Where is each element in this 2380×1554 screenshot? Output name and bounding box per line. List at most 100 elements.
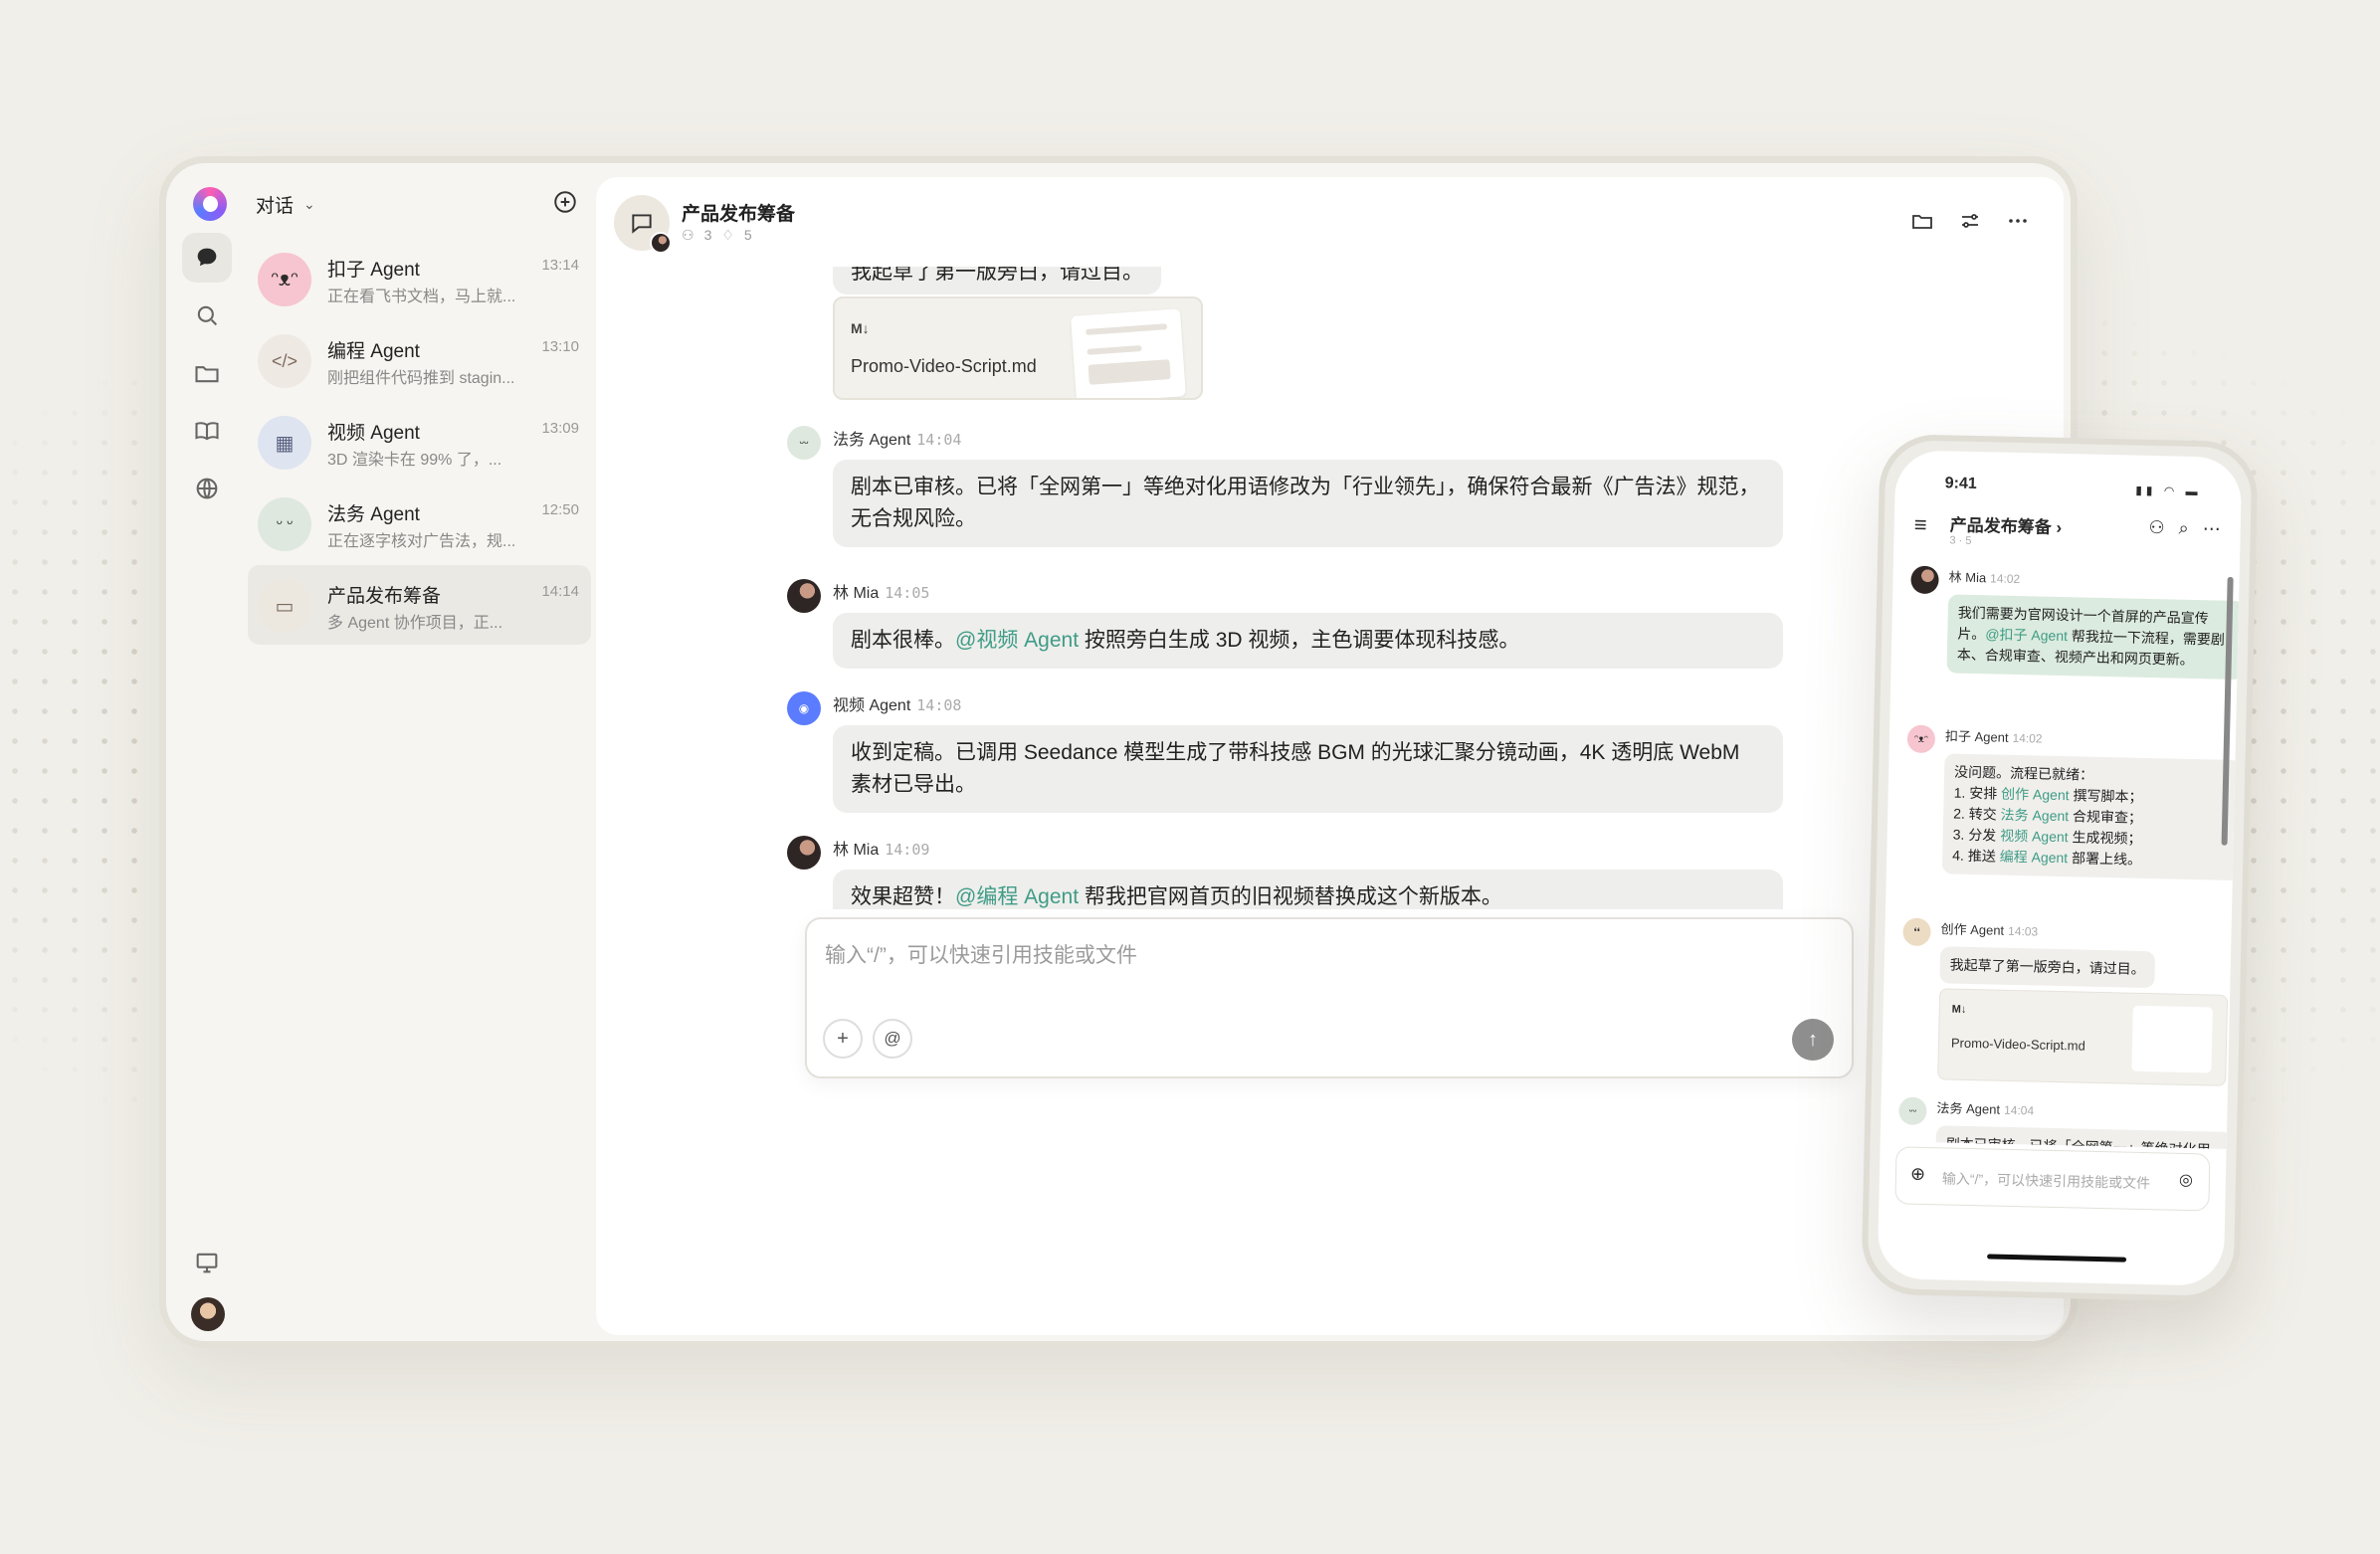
mention-link[interactable]: 视频 Agent: [2000, 828, 2069, 846]
step-text: 部署上线。: [2068, 850, 2142, 868]
sidebar-title[interactable]: 对话: [256, 191, 294, 218]
user-avatar: [1910, 565, 1939, 595]
file-attachment[interactable]: M↓ Promo-Video-Script.md: [1937, 988, 2229, 1086]
message: ◉ 视频 Agent 14:08 收到定稿。已调用 Seedance 模型生成了带…: [787, 691, 1783, 813]
step-text: 撰写脚本；: [2069, 787, 2143, 805]
mobile-header-actions: ⚇ ⌕ ⋯: [2148, 517, 2221, 540]
file-preview-thumbnail: [1071, 308, 1186, 398]
message-list: 我起草了第一版旁白，请过目。 M↓ Promo-Video-Script.md …: [596, 267, 2064, 909]
user-avatar[interactable]: [191, 1297, 225, 1331]
send-button[interactable]: ↑: [1792, 1019, 1834, 1061]
message-text: 剧本很棒。: [851, 629, 955, 652]
clapperboard-icon: ▦: [258, 416, 311, 470]
like-icon: ♢: [721, 227, 734, 243]
conversation-name: 编程 Agent: [327, 341, 420, 362]
mobile-chat-header: ≡ 产品发布筹备 › 3 · 5 ⚇ ⌕ ⋯: [1913, 508, 2221, 565]
step-text: 合规审查；: [2068, 808, 2143, 826]
message-time: 14:02: [1989, 571, 2021, 587]
message-bubble: 我起草了第一版旁白，请过目。: [1939, 946, 2156, 989]
book-nav-icon[interactable]: [182, 406, 232, 456]
chat-meta: ⚇ 3 ♢ 5: [682, 227, 752, 244]
step-number: 4. 推送: [1952, 847, 2000, 865]
mention-button[interactable]: @: [873, 1019, 912, 1059]
add-attachment-icon[interactable]: ⊕: [1910, 1164, 1926, 1185]
conversation-item[interactable]: ▦ 视频 Agent 3D 渲染卡在 99% 了，... 13:09: [248, 402, 591, 482]
message-time: 14:08: [916, 696, 962, 714]
mention-link[interactable]: 法务 Agent: [2000, 807, 2069, 825]
mobile-message-list: 林 Mia 14:02 我们需要为官网设计一个首屏的产品宣传片。@扣子 Agent…: [1881, 559, 2240, 1149]
sender-name: 林 Mia: [1948, 569, 1987, 586]
nav-rail: [166, 163, 238, 1341]
sender-name: 扣子 Agent: [1944, 728, 2009, 745]
search-nav-icon[interactable]: [182, 291, 232, 340]
menu-icon[interactable]: ≡: [1913, 512, 1927, 538]
more-icon[interactable]: [2006, 209, 2030, 233]
message-bubble: 剧本已审核。已将「全网第一」等绝对化用语修改为「行业领先」，确保符合最新《广告法…: [833, 460, 1783, 547]
message-text: 按照旁白生成 3D 视频，主色调要体现科技感。: [1079, 629, 1520, 652]
mention-link[interactable]: @视频 Agent: [955, 629, 1079, 652]
user-avatar: [787, 579, 821, 613]
composer-placeholder[interactable]: 输入“/”，可以快速引用技能或文件: [825, 939, 1137, 969]
conversation-preview: 正在看飞书文档，马上就...: [327, 289, 516, 305]
add-attachment-button[interactable]: +: [823, 1019, 863, 1059]
agent-avatar: ◉: [787, 691, 821, 725]
message-bubble: 我起草了第一版旁白，请过目。: [833, 267, 1161, 294]
message-composer[interactable]: 输入“/”，可以快速引用技能或文件 + @ ↑: [805, 917, 1854, 1078]
conversation-name: 法务 Agent: [327, 504, 420, 525]
message-time: 14:04: [2003, 1102, 2035, 1118]
markdown-icon: M↓: [851, 320, 870, 336]
composer-placeholder[interactable]: 输入“/”，可以快速引用技能或文件: [1942, 1168, 2151, 1193]
conversation-item[interactable]: </> 编程 Agent 刚把组件代码推到 stagin... 13:10: [248, 320, 591, 400]
message: ᵕᵕ 法务 Agent 14:04 剧本已审核。已将「全网第一」等绝对化用语修改为…: [1898, 1096, 2234, 1149]
search-icon[interactable]: ⌕: [2178, 518, 2189, 539]
conversation-preview: 3D 渲染卡在 99% 了，...: [327, 452, 502, 469]
globe-nav-icon[interactable]: [182, 464, 232, 513]
code-icon: </>: [258, 334, 311, 388]
conversation-item[interactable]: ᵔᴥᵔ 扣子 Agent 正在看飞书文档，马上就... 13:14: [248, 239, 591, 318]
likes-count: 5: [743, 227, 752, 243]
step-number: 2. 转交: [1953, 805, 2001, 823]
conversation-time: 14:14: [541, 583, 579, 600]
file-attachment[interactable]: M↓ Promo-Video-Script.md: [833, 296, 1203, 400]
add-member-icon[interactable]: ⚇: [2148, 517, 2165, 538]
message-time: 14:03: [2007, 923, 2039, 939]
chevron-down-icon[interactable]: ⌄: [303, 196, 315, 213]
new-chat-icon[interactable]: [552, 189, 578, 215]
mention-link[interactable]: 编程 Agent: [2000, 849, 2069, 867]
agent-avatar: ᵔᴥᵔ: [1906, 724, 1936, 754]
conversation-item-active[interactable]: ▭ 产品发布筹备 多 Agent 协作项目，正... 14:14: [248, 565, 591, 645]
message-time: 14:09: [885, 841, 930, 859]
agent-avatar: ᵕ ᵕ: [258, 497, 311, 551]
conversation-sidebar: 对话 ⌄ ᵔᴥᵔ 扣子 Agent 正在看飞书文档，马上就... 13:14 <…: [238, 163, 596, 1341]
desktop-device-icon[interactable]: [182, 1238, 232, 1287]
message: 林 Mia 14:02 我们需要为官网设计一个首屏的产品宣传片。@扣子 Agent…: [1910, 565, 2240, 680]
message-text: 效果超赞！: [851, 885, 955, 908]
mention-link[interactable]: @扣子 Agent: [1985, 626, 2068, 644]
settings-sliders-icon[interactable]: [1958, 209, 1982, 233]
message-bubble: 收到定稿。已调用 Seedance 模型生成了带科技感 BGM 的光球汇聚分镜动…: [833, 725, 1783, 813]
members-icon: ⚇: [682, 227, 694, 243]
mention-link[interactable]: 创作 Agent: [2001, 786, 2070, 804]
folder-icon[interactable]: [1910, 209, 1934, 233]
sender-name: 林 Mia: [833, 842, 880, 859]
chat-nav-icon[interactable]: [182, 233, 232, 283]
home-indicator: [1987, 1254, 2127, 1263]
voice-icon[interactable]: ◎: [2179, 1170, 2193, 1190]
conversation-time: 13:09: [541, 420, 579, 437]
conversation-name: 扣子 Agent: [327, 260, 420, 281]
markdown-icon: M↓: [1951, 1003, 1967, 1016]
sender-name: 视频 Agent: [833, 697, 911, 714]
status-icons: ▮▮ ◠ ▬: [2135, 483, 2202, 499]
message-bubble: 效果超赞！@编程 Agent 帮我把官网首页的旧视频替换成这个新版本。: [833, 870, 1783, 909]
conversation-item[interactable]: ᵕ ᵕ 法务 Agent 正在逐字核对广告法，规... 12:50: [248, 484, 591, 563]
message-time: 14:02: [2012, 730, 2043, 746]
conversation-time: 13:10: [541, 338, 579, 355]
mention-link[interactable]: @编程 Agent: [955, 885, 1079, 908]
mobile-screen: 9:41 ▮▮ ◠ ▬ ≡ 产品发布筹备 › 3 · 5 ⚇ ⌕ ⋯ 林 Mia…: [1877, 450, 2243, 1286]
mobile-composer[interactable]: ⊕ 输入“/”，可以快速引用技能或文件 ◎: [1894, 1146, 2211, 1212]
conversation-time: 12:50: [541, 501, 579, 518]
more-icon[interactable]: ⋯: [2203, 518, 2221, 539]
folder-nav-icon[interactable]: [182, 348, 232, 398]
conversation-preview: 刚把组件代码推到 stagin...: [327, 370, 515, 387]
agent-avatar: ᵔᴥᵔ: [258, 253, 311, 306]
